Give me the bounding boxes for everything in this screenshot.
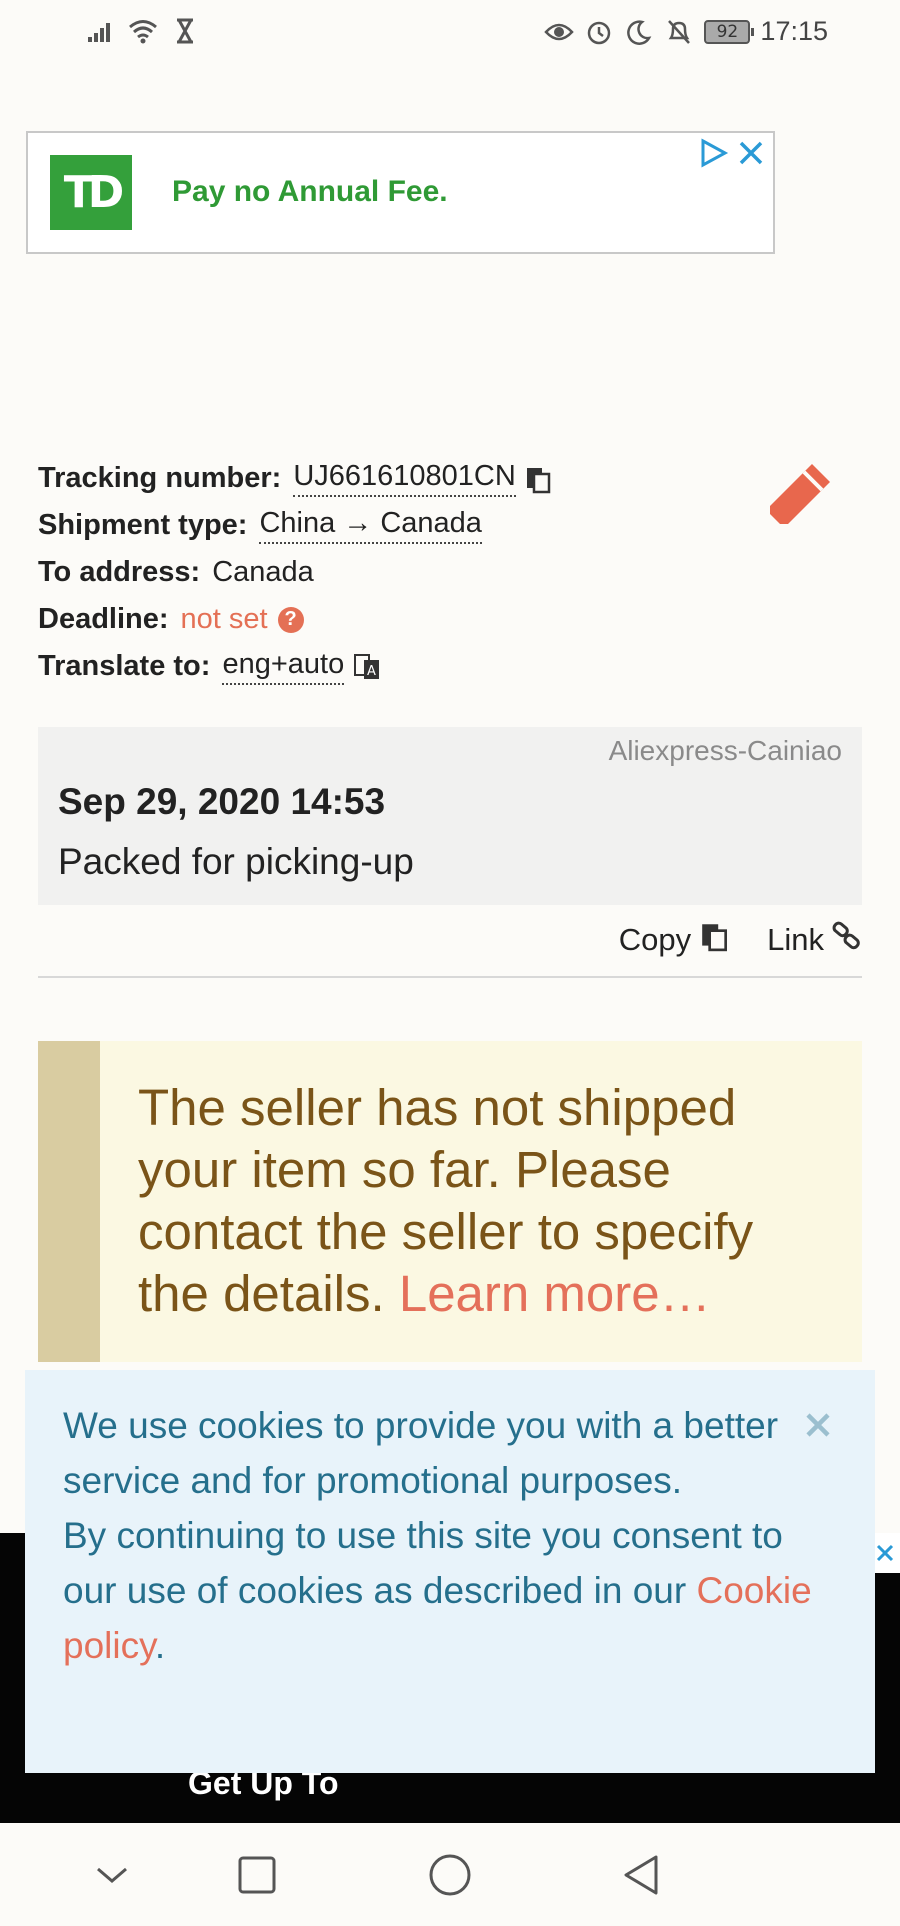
deadline-value[interactable]: not set — [181, 603, 268, 636]
status-right-icons: 92 17:15 — [544, 16, 828, 47]
cookie-close-icon[interactable] — [803, 1410, 833, 1440]
divider — [38, 976, 862, 978]
translate-row: Translate to: eng+auto A — [38, 643, 554, 690]
back-icon[interactable] — [618, 1851, 666, 1899]
moon-icon — [624, 17, 654, 47]
eye-icon — [544, 17, 575, 47]
status-bar: 92 17:15 — [0, 0, 900, 70]
clipboard-icon[interactable] — [524, 464, 554, 494]
battery-indicator: 92 — [704, 19, 755, 44]
hourglass-icon — [170, 16, 200, 46]
shipment-info: Tracking number: UJ661610801CN Shipment … — [38, 455, 554, 690]
shipment-type-label: Shipment type: — [38, 509, 248, 541]
link-icon — [832, 921, 862, 959]
td-logo: TD — [50, 155, 132, 230]
translate-value[interactable]: eng+auto — [222, 648, 345, 685]
system-nav-bar — [0, 1823, 900, 1926]
event-date: Sep 29, 2020 14:53 — [58, 781, 386, 822]
shipment-type-value[interactable]: China → Canada — [259, 507, 482, 544]
tracking-number[interactable]: UJ661610801CN — [293, 460, 516, 497]
ad-banner[interactable]: TD Pay no Annual Fee. — [26, 131, 775, 254]
wifi-icon — [128, 16, 158, 46]
ad-close-icon[interactable] — [735, 137, 767, 169]
address-label: To address: — [38, 556, 201, 588]
tracking-label: Tracking number: — [38, 462, 282, 494]
svg-text:A: A — [367, 664, 376, 679]
translate-icon[interactable]: A — [352, 652, 382, 682]
clipboard-icon — [699, 920, 731, 960]
deadline-label: Deadline: — [38, 603, 169, 635]
seller-warning: The seller has not shipped your item so … — [38, 1041, 862, 1362]
event-actions: Copy Link — [619, 920, 862, 960]
address-value: Canada — [212, 556, 314, 588]
shipment-type-row: Shipment type: China → Canada — [38, 502, 554, 549]
cookie-line-1: We use cookies to provide you with a bet… — [63, 1405, 779, 1501]
event-description: Packed for picking-up — [58, 841, 414, 882]
cookie-consent-text: By continuing to use this site you conse… — [63, 1515, 783, 1611]
cookie-line-2: By continuing to use this site you conse… — [63, 1508, 823, 1673]
chevron-down-icon[interactable] — [88, 1851, 136, 1899]
warning-text: The seller has not shipped your item so … — [138, 1077, 838, 1325]
learn-more-link[interactable]: Learn more… — [399, 1265, 711, 1322]
help-icon[interactable]: ? — [277, 606, 304, 633]
cookie-banner: We use cookies to provide you with a bet… — [25, 1370, 875, 1773]
recent-apps-icon[interactable] — [233, 1851, 281, 1899]
home-icon[interactable] — [426, 1851, 474, 1899]
copy-label: Copy — [618, 922, 692, 957]
edit-pencil-icon[interactable] — [760, 458, 836, 534]
tracking-event-card: Aliexpress-Cainiao Sep 29, 2020 14:53 Pa… — [38, 727, 862, 905]
event-carrier: Aliexpress-Cainiao — [608, 735, 842, 766]
cookie-suffix: . — [154, 1625, 166, 1666]
bell-off-icon — [664, 17, 694, 47]
alarm-icon — [584, 17, 614, 47]
tracking-row: Tracking number: UJ661610801CN — [38, 455, 554, 502]
ad-choices-icon[interactable] — [697, 137, 729, 169]
translate-label: Translate to: — [38, 650, 211, 682]
warning-accent-bar — [38, 1041, 100, 1362]
deadline-row: Deadline: not set ? — [38, 596, 554, 643]
link-label: Link — [767, 922, 824, 957]
ad-text[interactable]: Pay no Annual Fee. — [172, 175, 448, 209]
link-button[interactable]: Link — [767, 920, 862, 960]
status-left-icons — [86, 16, 200, 46]
clock: 17:15 — [760, 16, 828, 46]
address-row: To address: Canada — [38, 549, 554, 596]
copy-button[interactable]: Copy — [619, 920, 731, 960]
signal-icon — [86, 16, 116, 46]
cookie-text: We use cookies to provide you with a bet… — [63, 1398, 823, 1673]
